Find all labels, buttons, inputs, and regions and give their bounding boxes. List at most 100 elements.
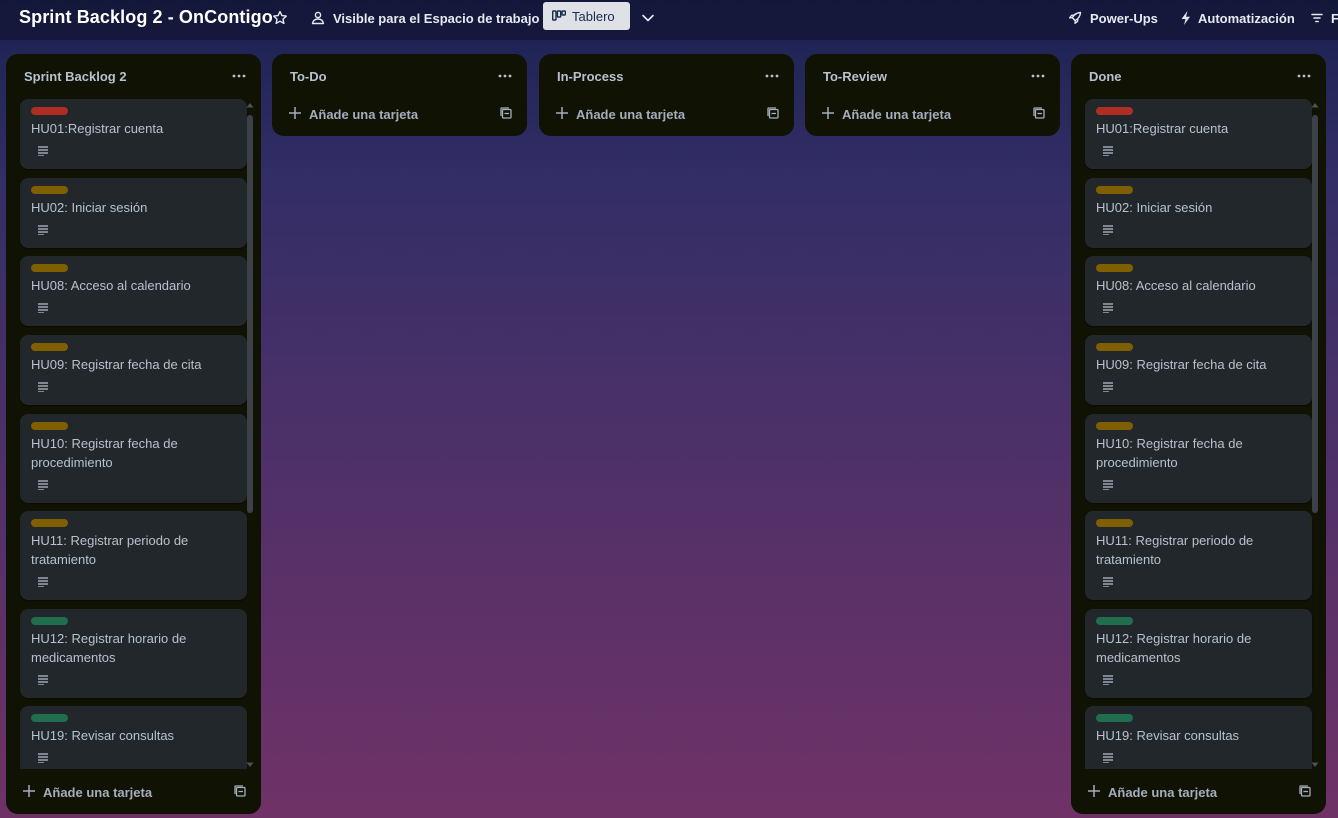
add-card-label: Añade una tarjeta <box>842 107 952 122</box>
plus-icon <box>822 107 834 119</box>
card-title: HU01:Registrar cuenta <box>1096 121 1229 136</box>
list-menu-button[interactable] <box>229 66 249 86</box>
add-card-button[interactable]: Añade una tarjeta <box>539 96 794 132</box>
automation-button[interactable]: Automatización <box>1179 4 1295 32</box>
card-hu19[interactable]: HU19: Revisar consultas <box>1085 706 1312 769</box>
powerups-button[interactable]: Power-Ups <box>1067 4 1158 32</box>
scroll-down-arrow-icon[interactable] <box>246 761 254 769</box>
description-icon <box>38 675 48 685</box>
list-header[interactable]: Done <box>1071 54 1326 98</box>
list-scrollbar[interactable] <box>1310 101 1320 769</box>
list-to-do: To-Do Añade una tarjeta <box>272 54 527 136</box>
card-hu19[interactable]: HU19: Revisar consultas <box>20 706 247 769</box>
list-menu-button[interactable] <box>1294 66 1314 86</box>
list-header[interactable]: To-Do <box>272 54 527 98</box>
scroll-down-arrow-icon[interactable] <box>1311 761 1319 769</box>
card-title: HU11: Registrar periodo de tratamiento <box>31 533 189 567</box>
card-label[interactable] <box>1096 519 1133 527</box>
add-card-button[interactable]: Añade una tarjeta <box>6 774 261 810</box>
description-icon <box>1103 577 1113 587</box>
list-menu-button[interactable] <box>495 66 515 86</box>
list-in-process: In-Process Añade una tarjeta <box>539 54 794 136</box>
card-label[interactable] <box>31 422 68 430</box>
card-hu01[interactable]: HU01:Registrar cuenta <box>1085 99 1312 169</box>
list-menu-button[interactable] <box>1028 66 1048 86</box>
ellipsis-icon <box>765 74 779 78</box>
card-hu12[interactable]: HU12: Registrar horario de medicamentos <box>1085 609 1312 698</box>
filter-button[interactable]: F <box>1311 4 1338 32</box>
card-label[interactable] <box>1096 186 1133 194</box>
card-hu09[interactable]: HU09: Registrar fecha de cita <box>20 335 247 405</box>
description-icon <box>1103 146 1113 156</box>
card-title: HU01:Registrar cuenta <box>31 121 164 136</box>
list-title[interactable]: Sprint Backlog 2 <box>24 69 127 84</box>
list-title[interactable]: In-Process <box>557 69 623 84</box>
card-label[interactable] <box>31 519 68 527</box>
card-label[interactable] <box>31 264 68 272</box>
list-header[interactable]: In-Process <box>539 54 794 98</box>
card-hu02[interactable]: HU02: Iniciar sesión <box>1085 178 1312 248</box>
plus-icon <box>289 107 301 119</box>
card-template-icon[interactable] <box>767 107 779 119</box>
add-card-label: Añade una tarjeta <box>1108 785 1218 800</box>
card-label[interactable] <box>31 617 68 625</box>
card-hu08[interactable]: HU08: Acceso al calendario <box>20 256 247 326</box>
views-menu-button[interactable] <box>638 4 658 32</box>
card-template-icon[interactable] <box>234 785 246 797</box>
scroll-up-arrow-icon[interactable] <box>246 101 254 109</box>
list-title[interactable]: To-Do <box>290 69 327 84</box>
card-title: HU02: Iniciar sesión <box>31 200 148 215</box>
list-title[interactable]: To-Review <box>823 69 887 84</box>
card-label[interactable] <box>1096 264 1133 272</box>
description-icon <box>1103 753 1113 763</box>
card-label[interactable] <box>1096 422 1133 430</box>
card-label[interactable] <box>1096 343 1133 351</box>
card-hu11[interactable]: HU11: Registrar periodo de tratamiento <box>1085 511 1312 600</box>
scrollbar-thumb[interactable] <box>247 115 253 513</box>
add-card-button[interactable]: Añade una tarjeta <box>805 96 1060 132</box>
description-icon <box>38 225 48 235</box>
card-hu08[interactable]: HU08: Acceso al calendario <box>1085 256 1312 326</box>
card-title: HU02: Iniciar sesión <box>1096 200 1213 215</box>
card-hu01[interactable]: HU01:Registrar cuenta <box>20 99 247 169</box>
card-label[interactable] <box>31 186 68 194</box>
card-hu11[interactable]: HU11: Registrar periodo de tratamiento <box>20 511 247 600</box>
list-menu-button[interactable] <box>762 66 782 86</box>
list-sprint-backlog-2: Sprint Backlog 2 HU01:Registrar cuenta H… <box>6 54 261 814</box>
scrollbar-thumb[interactable] <box>1312 115 1318 513</box>
card-label[interactable] <box>1096 617 1133 625</box>
board-title[interactable]: Sprint Backlog 2 - OnContigo <box>19 7 273 28</box>
card-title: HU08: Acceso al calendario <box>1096 278 1256 293</box>
list-header[interactable]: Sprint Backlog 2 <box>6 54 261 98</box>
description-icon <box>38 480 48 490</box>
add-card-button[interactable]: Añade una tarjeta <box>272 96 527 132</box>
card-list: HU01:Registrar cuenta HU02: Iniciar sesi… <box>14 99 253 769</box>
card-hu12[interactable]: HU12: Registrar horario de medicamentos <box>20 609 247 698</box>
scroll-up-arrow-icon[interactable] <box>1311 101 1319 109</box>
card-title: HU19: Revisar consultas <box>1096 728 1240 743</box>
card-template-icon[interactable] <box>1033 107 1045 119</box>
description-icon <box>38 303 48 313</box>
rocket-icon <box>1068 11 1082 24</box>
ellipsis-icon <box>1031 74 1045 78</box>
card-label[interactable] <box>31 714 68 722</box>
card-hu10[interactable]: HU10: Registrar fecha de procedimiento <box>20 414 247 503</box>
card-label[interactable] <box>1096 107 1133 115</box>
card-label[interactable] <box>1096 714 1133 722</box>
list-scrollbar[interactable] <box>245 101 255 769</box>
card-hu09[interactable]: HU09: Registrar fecha de cita <box>1085 335 1312 405</box>
board-header: Sprint Backlog 2 - OnContigo Visible par… <box>0 0 1338 40</box>
star-button[interactable] <box>270 4 290 32</box>
view-switcher-button[interactable]: Tablero <box>543 2 630 30</box>
visibility-button[interactable]: Visible para el Espacio de trabajo <box>310 4 539 32</box>
add-card-button[interactable]: Añade una tarjeta <box>1071 774 1326 810</box>
card-template-icon[interactable] <box>500 107 512 119</box>
powerups-label: Power-Ups <box>1090 10 1158 26</box>
card-hu02[interactable]: HU02: Iniciar sesión <box>20 178 247 248</box>
list-title[interactable]: Done <box>1089 69 1122 84</box>
card-template-icon[interactable] <box>1299 785 1311 797</box>
list-header[interactable]: To-Review <box>805 54 1060 98</box>
card-label[interactable] <box>31 107 68 115</box>
card-hu10[interactable]: HU10: Registrar fecha de procedimiento <box>1085 414 1312 503</box>
card-label[interactable] <box>31 343 68 351</box>
